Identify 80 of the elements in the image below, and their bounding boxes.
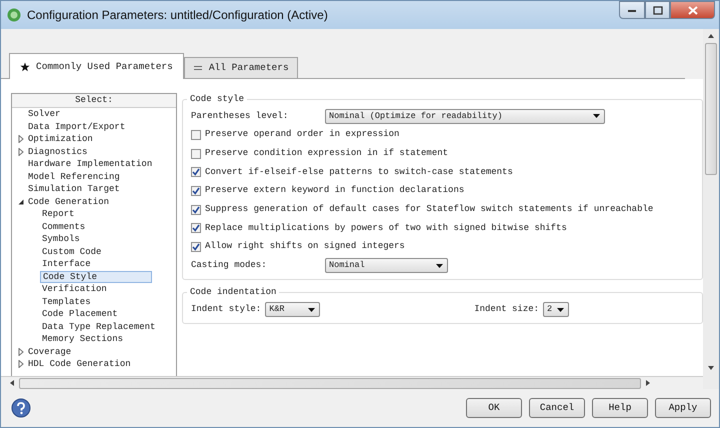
tree-item[interactable]: Interface bbox=[40, 258, 93, 270]
tree-item[interactable]: Optimization bbox=[26, 133, 95, 146]
tree-header: Select: bbox=[12, 94, 176, 108]
checkbox[interactable] bbox=[191, 186, 201, 196]
scroll-thumb[interactable] bbox=[705, 43, 717, 175]
checkbox[interactable] bbox=[191, 242, 201, 252]
tree-item[interactable]: Diagnostics bbox=[26, 146, 90, 158]
minimize-button[interactable] bbox=[619, 1, 645, 19]
checkbox-label: Convert if-elseif-else patterns to switch-case statements bbox=[205, 166, 513, 179]
right-arrow-icon[interactable] bbox=[645, 380, 651, 386]
checkbox-label: Preserve operand order in expression bbox=[205, 128, 400, 142]
maximize-button[interactable] bbox=[645, 1, 670, 19]
tree-item[interactable]: Code Placement bbox=[40, 308, 120, 320]
tree-item[interactable]: Code Generation bbox=[26, 196, 112, 208]
up-arrow-icon[interactable] bbox=[708, 33, 714, 39]
collapsed-arrow-icon[interactable] bbox=[18, 135, 24, 144]
field-label: Casting modes: bbox=[191, 259, 268, 272]
tree-item[interactable]: Solver bbox=[26, 108, 62, 120]
window-title: Configuration Parameters: untitled/Configuration (Active) bbox=[27, 7, 329, 24]
checkbox-label: Replace multiplications by powers of two with signed bitwise shifts bbox=[205, 222, 567, 235]
checkbox[interactable] bbox=[191, 204, 201, 215]
checkbox[interactable] bbox=[191, 148, 201, 159]
dropdown-arrow-icon bbox=[436, 264, 443, 268]
maximize-icon bbox=[652, 6, 662, 14]
collapsed-arrow-icon[interactable] bbox=[18, 348, 24, 356]
checkbox-label: Preserve extern keyword in function declarations bbox=[205, 184, 464, 198]
check-icon bbox=[192, 206, 200, 214]
tree-item[interactable]: HDL Code Generation bbox=[26, 358, 133, 370]
checkbox[interactable] bbox=[191, 130, 201, 140]
dropdown-arrow-icon bbox=[593, 114, 600, 118]
help-icon[interactable] bbox=[11, 398, 31, 418]
checkbox[interactable] bbox=[191, 223, 201, 234]
checkbox-label: Allow right shifts on signed integers bbox=[205, 240, 405, 254]
tree-item[interactable]: Custom Code bbox=[40, 246, 104, 258]
tree-item[interactable]: Hardware Implementation bbox=[26, 158, 154, 170]
collapsed-arrow-icon[interactable] bbox=[18, 360, 24, 368]
tree-item[interactable]: Code Style bbox=[40, 270, 152, 283]
dialog-button[interactable]: Apply bbox=[655, 398, 711, 418]
field-label: Parentheses level: bbox=[191, 110, 290, 123]
checkbox[interactable] bbox=[191, 167, 201, 178]
app-icon bbox=[7, 8, 21, 22]
close-icon bbox=[688, 6, 698, 14]
tree-item[interactable]: Simulation Target bbox=[26, 183, 122, 196]
dropdown[interactable]: Nominal bbox=[325, 258, 448, 274]
tree-item[interactable]: Report bbox=[40, 208, 76, 220]
dialog-button[interactable]: Cancel bbox=[529, 398, 585, 418]
dropdown[interactable]: 2 bbox=[543, 302, 570, 318]
dropdown-arrow-icon bbox=[557, 308, 564, 312]
checkbox-label: Suppress generation of default cases for Stateflow switch statements if unreachable bbox=[205, 203, 654, 216]
dropdown[interactable]: K&R bbox=[265, 302, 320, 318]
tab[interactable]: All Parameters bbox=[184, 56, 298, 78]
check-icon bbox=[192, 243, 200, 252]
dropdown-arrow-icon bbox=[308, 308, 316, 312]
tree-item[interactable]: Coverage bbox=[26, 346, 74, 358]
left-arrow-icon[interactable] bbox=[9, 380, 15, 386]
dialog-button[interactable]: Help bbox=[592, 398, 648, 418]
tree-item[interactable]: Comments bbox=[40, 220, 88, 233]
tree-item[interactable]: Model Referencing bbox=[26, 170, 122, 183]
dropdown[interactable]: Nominal (Optimize for readability) bbox=[325, 108, 605, 124]
close-button[interactable] bbox=[670, 1, 715, 19]
minimize-icon bbox=[627, 7, 637, 13]
field-label: Indent size: bbox=[474, 302, 540, 316]
tab[interactable]: Commonly Used Parameters bbox=[9, 52, 184, 79]
tree-item[interactable]: Memory Sections bbox=[40, 333, 126, 346]
check-icon bbox=[192, 168, 200, 176]
expanded-arrow-icon[interactable] bbox=[18, 198, 24, 205]
check-icon bbox=[192, 187, 200, 196]
tree-item[interactable]: Data Type Replacement bbox=[40, 320, 158, 333]
check-icon bbox=[192, 224, 200, 232]
dialog-button[interactable]: OK bbox=[466, 398, 522, 418]
star-icon bbox=[20, 62, 30, 72]
field-label: Indent style: bbox=[191, 302, 262, 316]
scroll-thumb[interactable] bbox=[19, 378, 641, 388]
tree-item[interactable]: Verification bbox=[40, 283, 109, 296]
tree-item[interactable]: Symbols bbox=[40, 233, 82, 246]
checkbox-label: Preserve condition expression in if statement bbox=[205, 146, 448, 160]
tree-item[interactable]: Data Import/Export bbox=[26, 120, 128, 133]
tree-item[interactable]: Templates bbox=[40, 296, 93, 308]
down-arrow-icon[interactable] bbox=[708, 365, 714, 371]
collapsed-arrow-icon[interactable] bbox=[18, 148, 24, 156]
